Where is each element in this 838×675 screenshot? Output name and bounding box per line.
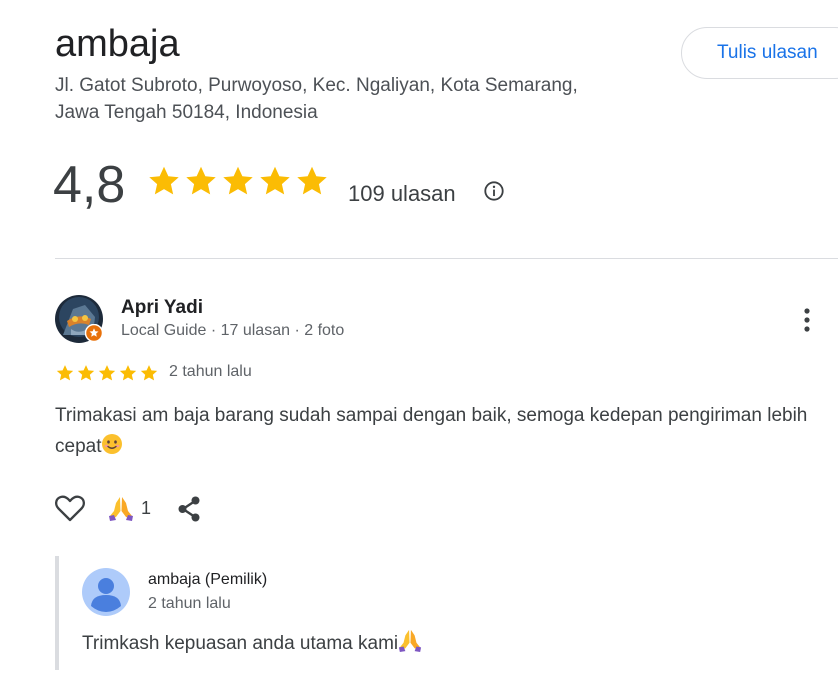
place-address: Jl. Gatot Subroto, Purwoyoso, Kec. Ngali… — [55, 72, 655, 126]
star-icon — [77, 365, 95, 381]
owner-reply-text: Trimkash kepuasan anda utama kami — [82, 628, 422, 659]
reaction-count: 1 — [141, 498, 152, 518]
star-icon — [119, 365, 137, 381]
owner-reply-body: Trimkash kepuasan anda utama kami — [82, 633, 399, 654]
rating-stars — [146, 163, 330, 199]
star-icon — [223, 166, 253, 195]
review-stars — [55, 363, 159, 383]
star-icon — [260, 166, 290, 195]
star-icon — [297, 166, 327, 195]
star-icon — [149, 166, 179, 195]
share-icon[interactable] — [176, 495, 202, 523]
owner-reply-time: 2 tahun lalu — [148, 595, 231, 612]
review-time: 2 tahun lalu — [169, 363, 252, 380]
star-icon — [140, 365, 158, 381]
star-icon — [186, 166, 216, 195]
owner-name: ambaja (Pemilik) — [148, 571, 268, 588]
section-divider — [55, 258, 838, 259]
write-review-button[interactable]: Tulis ulasan — [681, 27, 838, 79]
person-icon — [91, 578, 121, 612]
address-line-1: Jl. Gatot Subroto, Purwoyoso, Kec. Ngali… — [55, 75, 578, 96]
star-icon — [98, 365, 116, 381]
praying-hands-emoji-icon — [399, 629, 422, 652]
review-count[interactable]: 109 ulasan — [348, 180, 456, 208]
average-rating: 4,8 — [53, 156, 126, 214]
address-line-2: Jawa Tengah 50184, Indonesia — [55, 102, 318, 123]
smiling-face-emoji-icon — [102, 434, 123, 454]
review-body: Trimakasi am baja barang sudah sampai de… — [55, 405, 808, 457]
more-vert-icon[interactable] — [797, 306, 817, 334]
owner-avatar — [82, 568, 130, 616]
praying-hands-emoji[interactable] — [108, 495, 134, 521]
place-title: ambaja — [55, 23, 180, 65]
owner-reply-bar — [55, 556, 59, 670]
info-icon[interactable] — [483, 180, 505, 202]
review-text: Trimakasi am baja barang sudah sampai de… — [55, 400, 815, 462]
reviewer-name[interactable]: Apri Yadi — [121, 296, 203, 320]
star-icon — [56, 365, 74, 381]
local-guide-badge-icon — [85, 324, 103, 342]
heart-icon[interactable] — [54, 494, 86, 522]
reviewer-meta: Local Guide · 17 ulasan · 2 foto — [121, 322, 345, 339]
